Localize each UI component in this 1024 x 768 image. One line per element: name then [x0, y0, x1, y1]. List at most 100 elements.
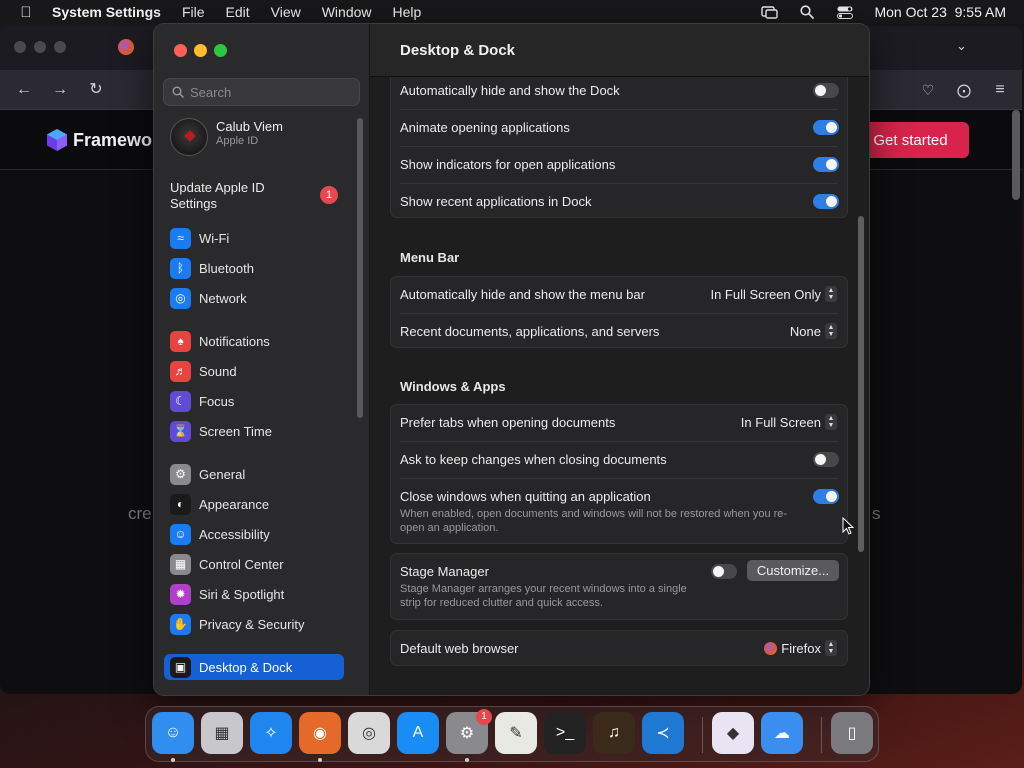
dock-separator: [702, 717, 703, 753]
show-recent-apps-toggle[interactable]: [813, 194, 839, 209]
select-stepper-icon: ▲ ▼: [825, 640, 837, 656]
dock-trash-icon[interactable]: ▯: [831, 712, 873, 754]
apple-id-profile[interactable]: Calub Viem Apple ID: [170, 118, 360, 158]
pocket-icon[interactable]: ♡: [917, 79, 939, 101]
hamburger-menu-icon[interactable]: ≡: [989, 79, 1011, 101]
dock-terminal-icon[interactable]: >_: [544, 712, 586, 754]
sidebar-scrollbar[interactable]: [357, 118, 363, 418]
animate-opening-toggle[interactable]: [813, 120, 839, 135]
sidebar-item-label: Appearance: [199, 496, 270, 512]
tab-list-chevron-icon[interactable]: ⌄: [956, 38, 967, 54]
window-minimize-button[interactable]: [194, 44, 207, 57]
default-browser-value: Firefox: [781, 640, 821, 656]
dock-launchpad-icon[interactable]: ▦: [201, 712, 243, 754]
back-arrow-icon[interactable]: ←: [13, 79, 35, 101]
dock-finder-icon[interactable]: ☺: [152, 712, 194, 754]
sidebar-search-field[interactable]: [163, 78, 360, 106]
avatar: [170, 118, 208, 156]
sidebar-item-focus[interactable]: ☾ Focus: [164, 388, 344, 414]
sidebar-item-siri-spotlight[interactable]: ✹ Siri & Spotlight: [164, 581, 344, 607]
windows-apps-group: Prefer tabs when opening documents In Fu…: [390, 404, 848, 544]
row-close-windows: Close windows when quitting an applicati…: [391, 478, 847, 544]
browser-minimize-dot[interactable]: [34, 41, 46, 53]
select-stepper-icon: ▲ ▼: [825, 286, 837, 302]
window-zoom-button[interactable]: [214, 44, 227, 57]
stage-manager-toggle[interactable]: [711, 564, 737, 579]
sidebar-item-label: Sound: [199, 363, 237, 379]
menu-bar:  System Settings File Edit View Window …: [0, 0, 1024, 24]
content-scrollbar[interactable]: [858, 216, 864, 552]
dock-running-indicator: [171, 758, 175, 762]
dock-app-store-icon[interactable]: A: [397, 712, 439, 754]
control-center-menu-icon[interactable]: [836, 5, 854, 19]
row-ask-keep-changes: Ask to keep changes when closing documen…: [391, 441, 847, 478]
dock-firefox-icon[interactable]: ◉: [299, 712, 341, 754]
dock-garageband-icon[interactable]: ♫: [593, 712, 635, 754]
recent-documents-select[interactable]: None ▲ ▼: [790, 323, 837, 339]
spotlight-search-icon[interactable]: [798, 5, 816, 19]
sidebar-item-network[interactable]: ◎ Network: [164, 285, 344, 311]
sidebar-item-general[interactable]: ⚙ General: [164, 461, 344, 487]
prefer-tabs-label: Prefer tabs when opening documents: [400, 415, 616, 430]
wifi-icon: ≈: [170, 227, 191, 249]
browser-close-dot[interactable]: [14, 41, 26, 53]
default-browser-select[interactable]: Firefox ▲ ▼: [764, 640, 837, 656]
appearance-icon: ◐: [170, 493, 191, 515]
dock-vscode-icon[interactable]: ≺: [642, 712, 684, 754]
close-windows-toggle[interactable]: [813, 489, 839, 504]
sidebar-item-control-center[interactable]: ▦ Control Center: [164, 551, 344, 577]
hourglass-icon: ⌛: [170, 420, 191, 442]
apple-menu-icon[interactable]: : [0, 4, 52, 21]
sidebar-item-desktop-dock[interactable]: ▣ Desktop & Dock: [164, 654, 344, 680]
menu-app-name[interactable]: System Settings: [52, 4, 161, 20]
prefer-tabs-select[interactable]: In Full Screen ▲ ▼: [741, 414, 837, 430]
page-hero-text-left: cre: [128, 504, 152, 523]
accessibility-icon: ☺: [170, 523, 191, 545]
window-close-button[interactable]: [174, 44, 187, 57]
browser-zoom-dot[interactable]: [54, 41, 66, 53]
row-show-indicators: Show indicators for open applications: [391, 146, 847, 183]
get-started-button[interactable]: Get started: [852, 122, 969, 158]
browser-scrollbar[interactable]: [1012, 110, 1020, 200]
reload-icon[interactable]: ↻: [85, 79, 107, 101]
menu-clock[interactable]: Mon Oct 23 9:55 AM: [874, 4, 1006, 20]
dock-settings-group: Automatically hide and show the Dock Ani…: [390, 77, 848, 218]
dock-safari-icon[interactable]: ✧: [250, 712, 292, 754]
menu-view[interactable]: View: [271, 4, 301, 20]
sidebar-item-privacy-security[interactable]: ✋ Privacy & Security: [164, 611, 344, 637]
menu-help[interactable]: Help: [393, 4, 422, 20]
autohide-menubar-select[interactable]: In Full Screen Only ▲ ▼: [710, 286, 837, 302]
forward-arrow-icon[interactable]: →: [49, 79, 71, 101]
select-stepper-icon: ▲ ▼: [825, 323, 837, 339]
network-icon: ◎: [170, 287, 191, 309]
update-apple-id-item[interactable]: Update Apple ID Settings 1: [170, 180, 360, 212]
dock-separator: [821, 717, 822, 753]
menu-bar-section-title: Menu Bar: [400, 250, 460, 265]
sidebar-item-notifications[interactable]: ♠ Notifications: [164, 328, 344, 354]
prefer-tabs-value: In Full Screen: [740, 414, 821, 430]
screen-mirroring-icon[interactable]: [760, 5, 778, 19]
menu-window[interactable]: Window: [322, 4, 372, 20]
extensions-icon[interactable]: ⨀: [953, 79, 975, 101]
sidebar-item-accessibility[interactable]: ☺ Accessibility: [164, 521, 344, 547]
recent-documents-label: Recent documents, applications, and serv…: [400, 324, 660, 339]
dock-chrome-icon[interactable]: ◎: [348, 712, 390, 754]
autohide-dock-toggle[interactable]: [813, 83, 839, 98]
sidebar-item-bluetooth[interactable]: ᛒ Bluetooth: [164, 255, 344, 281]
framework-brand-text[interactable]: Framewo: [73, 130, 152, 151]
sidebar-item-screen-time[interactable]: ⌛ Screen Time: [164, 418, 344, 444]
sidebar-item-sound[interactable]: ♬ Sound: [164, 358, 344, 384]
dock-weather-icon[interactable]: ☁: [761, 712, 803, 754]
dock-visual-studio-icon[interactable]: ◆: [712, 712, 754, 754]
menu-file[interactable]: File: [182, 4, 205, 20]
dock-textedit-icon[interactable]: ✎: [495, 712, 537, 754]
row-prefer-tabs: Prefer tabs when opening documents In Fu…: [391, 404, 847, 441]
show-indicators-toggle[interactable]: [813, 157, 839, 172]
sidebar-item-appearance[interactable]: ◐ Appearance: [164, 491, 344, 517]
ask-keep-changes-toggle[interactable]: [813, 452, 839, 467]
firefox-tab-icon[interactable]: [118, 39, 134, 55]
customize-button[interactable]: Customize...: [747, 560, 839, 581]
search-input[interactable]: [190, 84, 350, 100]
menu-edit[interactable]: Edit: [226, 4, 250, 20]
sidebar-item-wi-fi[interactable]: ≈ Wi-Fi: [164, 225, 344, 251]
